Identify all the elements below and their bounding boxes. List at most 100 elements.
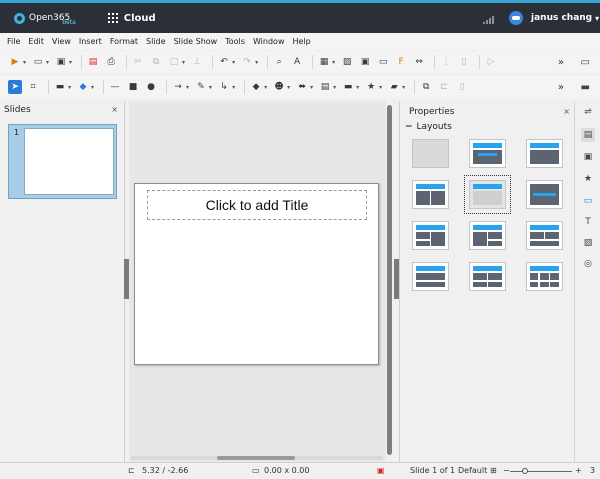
title-placeholder[interactable]: Click to add Title (147, 190, 367, 220)
find-replace-icon[interactable]: ⌕ (272, 55, 286, 69)
chevron-down-icon[interactable]: ▾ (287, 84, 290, 91)
chevron-down-icon[interactable]: ▾ (402, 84, 405, 91)
table-icon[interactable]: ▦ (317, 55, 331, 69)
line-color-icon[interactable]: ▬ (53, 80, 67, 94)
print-icon[interactable]: ⎙ (104, 55, 118, 69)
horizontal-scrollbar-thumb[interactable] (217, 456, 295, 460)
arrange-icon[interactable]: ▯ (455, 80, 469, 94)
toolbar-overflow-button[interactable]: » (558, 82, 564, 93)
layout-title-content-over-content[interactable] (412, 262, 449, 291)
master-page-name[interactable]: Default (458, 466, 487, 475)
zoom-slider-handle[interactable] (522, 468, 528, 474)
chevron-down-icon[interactable]: ▾ (333, 84, 336, 91)
chevron-down-icon[interactable]: ▾ (232, 59, 235, 66)
spelling-icon[interactable]: A (290, 55, 304, 69)
fill-color-icon[interactable]: ◆ (76, 80, 90, 94)
insert-media-icon[interactable]: ▣ (358, 55, 372, 69)
align-icon[interactable]: ⊏ (437, 80, 451, 94)
fontwork-icon[interactable]: F (394, 55, 408, 69)
sidebar-toggle-icon[interactable]: ▬ (581, 82, 590, 93)
layout-title-content-and-2-content[interactable] (469, 221, 506, 250)
cut-icon[interactable]: ✂ (131, 55, 145, 69)
layout-title-6-content[interactable] (526, 262, 563, 291)
insert-image-icon[interactable]: ▨ (340, 55, 354, 69)
helplines-icon[interactable]: ▯ (457, 55, 471, 69)
callouts-icon[interactable]: ▬ (341, 80, 355, 94)
zoom-slider-track[interactable] (510, 471, 572, 472)
horizontal-scrollbar[interactable] (131, 456, 383, 460)
navigator-icon[interactable]: ◎ (581, 257, 595, 271)
close-icon[interactable]: × (563, 107, 570, 116)
close-icon[interactable]: × (111, 105, 118, 114)
chevron-down-icon[interactable]: ▾ (264, 84, 267, 91)
sidebar-menu-icon[interactable]: ⇌ (581, 105, 595, 119)
arrow-line-icon[interactable]: → (171, 80, 185, 94)
rectangle-icon[interactable]: ■ (126, 80, 140, 94)
layout-title-2-content-over-content[interactable] (526, 221, 563, 250)
slide-thumbnail[interactable]: 1 (8, 124, 117, 199)
open-folder-icon[interactable]: ▭ (31, 55, 45, 69)
chevron-down-icon[interactable]: ▾ (23, 59, 26, 66)
document-modified-icon[interactable]: ▣ (377, 466, 385, 475)
menu-help[interactable]: Help (292, 37, 310, 46)
chevron-down-icon[interactable]: ▾ (332, 59, 335, 66)
symbol-shapes-icon[interactable]: ☻ (272, 80, 286, 94)
chevron-down-icon[interactable]: ▾ (310, 84, 313, 91)
cloud-button[interactable]: Cloud (107, 13, 156, 24)
connector-icon[interactable]: ↳ (217, 80, 231, 94)
animation-icon[interactable]: ★ (581, 172, 595, 186)
layout-title-2-content-and-content[interactable] (412, 221, 449, 250)
zoom-pan-icon[interactable]: ⌗ (26, 80, 40, 94)
chevron-down-icon[interactable]: ▾ (69, 59, 72, 66)
chevron-down-icon[interactable]: ▾ (91, 84, 94, 91)
menu-tools[interactable]: Tools (225, 37, 245, 46)
layout-blank[interactable] (412, 139, 449, 168)
master-slides-icon[interactable]: ▭ (581, 194, 595, 208)
paste-icon[interactable]: ▢ (167, 55, 181, 69)
chevron-down-icon[interactable]: ▾ (209, 84, 212, 91)
gallery-icon[interactable]: ▨ (581, 236, 595, 250)
chevron-down-icon[interactable]: ▾ (232, 84, 235, 91)
vertical-scrollbar[interactable] (386, 101, 394, 462)
layout-title-slide[interactable] (469, 139, 506, 168)
toolbar-overflow-button[interactable]: » (558, 57, 564, 68)
select-arrow-icon[interactable]: ➤ (8, 80, 22, 94)
clone-formatting-icon[interactable]: ⊥ (190, 55, 204, 69)
styles-icon[interactable]: T (581, 215, 595, 229)
copy-icon[interactable]: ⧉ (149, 55, 163, 69)
hyperlink-icon[interactable]: ⇔ (412, 55, 426, 69)
chevron-down-icon[interactable]: ▾ (182, 59, 185, 66)
user-menu[interactable]: janus chang ▾ (509, 11, 599, 25)
fit-slide-icon[interactable]: ⊞ (490, 466, 497, 475)
comment-icon[interactable]: ▭ (581, 57, 590, 68)
flowchart-icon[interactable]: ▤ (318, 80, 332, 94)
save-icon[interactable]: ▣ (54, 55, 68, 69)
line-icon[interactable]: — (108, 80, 122, 94)
chevron-down-icon[interactable]: ▾ (46, 59, 49, 66)
slide-transition-icon[interactable]: ▣ (581, 150, 595, 164)
insert-textbox-icon[interactable]: ▭ (376, 55, 390, 69)
curve-icon[interactable]: ✎ (194, 80, 208, 94)
chevron-down-icon[interactable]: ▾ (186, 84, 189, 91)
menu-window[interactable]: Window (253, 37, 285, 46)
start-slideshow-icon[interactable]: ▶ (8, 55, 22, 69)
vertical-scrollbar-thumb[interactable] (387, 105, 392, 455)
slideshow-from-current-icon[interactable]: ▷ (484, 55, 498, 69)
chevron-down-icon[interactable]: ▾ (255, 59, 258, 66)
properties-deck-icon[interactable]: ▤ (581, 128, 595, 142)
chevron-down-icon[interactable]: ▾ (379, 84, 382, 91)
chevron-down-icon[interactable]: ▾ (356, 84, 359, 91)
export-pdf-icon[interactable]: ▤ (86, 55, 100, 69)
layout-title-only[interactable] (464, 175, 511, 214)
menu-edit[interactable]: Edit (28, 37, 44, 46)
slide-canvas[interactable]: Click to add Title (134, 183, 379, 365)
stars-icon[interactable]: ★ (364, 80, 378, 94)
open365-logo[interactable]: Open365 beta (14, 10, 76, 26)
layout-centered-text[interactable] (526, 180, 563, 209)
rotate-icon[interactable]: ⧉ (419, 80, 433, 94)
slide-editing-area[interactable]: Click to add Title (129, 101, 386, 462)
menu-file[interactable]: File (7, 37, 20, 46)
menu-slide-show[interactable]: Slide Show (174, 37, 218, 46)
layout-title-2-content[interactable] (412, 180, 449, 209)
3d-objects-icon[interactable]: ▰ (387, 80, 401, 94)
